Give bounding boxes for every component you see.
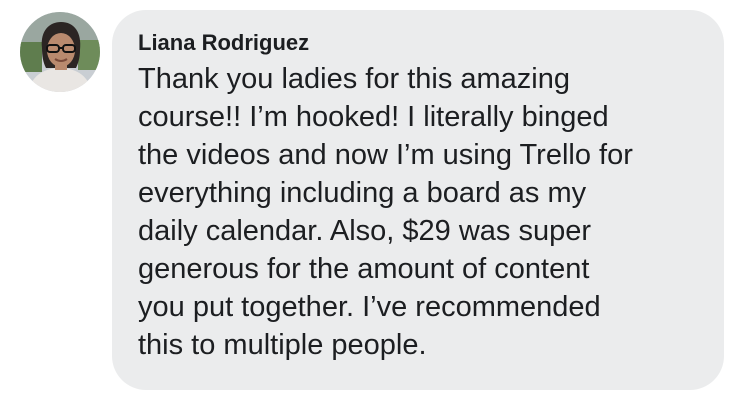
avatar[interactable] xyxy=(20,12,100,92)
comment-text: Thank you ladies for this amazing course… xyxy=(138,60,700,364)
author-name[interactable]: Liana Rodriguez xyxy=(138,30,700,56)
comment-text-line: course!! I’m hooked! I literally binged xyxy=(138,101,609,133)
comment-text-line: the videos and now I’m using Trello for xyxy=(138,139,633,171)
comment-text-line: Thank you ladies for this amazing xyxy=(138,63,570,95)
comment-text-line: this to multiple people. xyxy=(138,329,427,361)
comment-text-line: generous for the amount of content xyxy=(138,253,590,285)
comment-text-line: daily calendar. Also, $29 was super xyxy=(138,215,591,247)
comment-text-line: you put together. I’ve recommended xyxy=(138,291,601,323)
comment-item: Liana Rodriguez Thank you ladies for thi… xyxy=(0,0,742,400)
comment-bubble: Liana Rodriguez Thank you ladies for thi… xyxy=(112,10,724,390)
profile-photo-avatar-icon xyxy=(20,12,100,92)
comment-text-line: everything including a board as my xyxy=(138,177,587,209)
